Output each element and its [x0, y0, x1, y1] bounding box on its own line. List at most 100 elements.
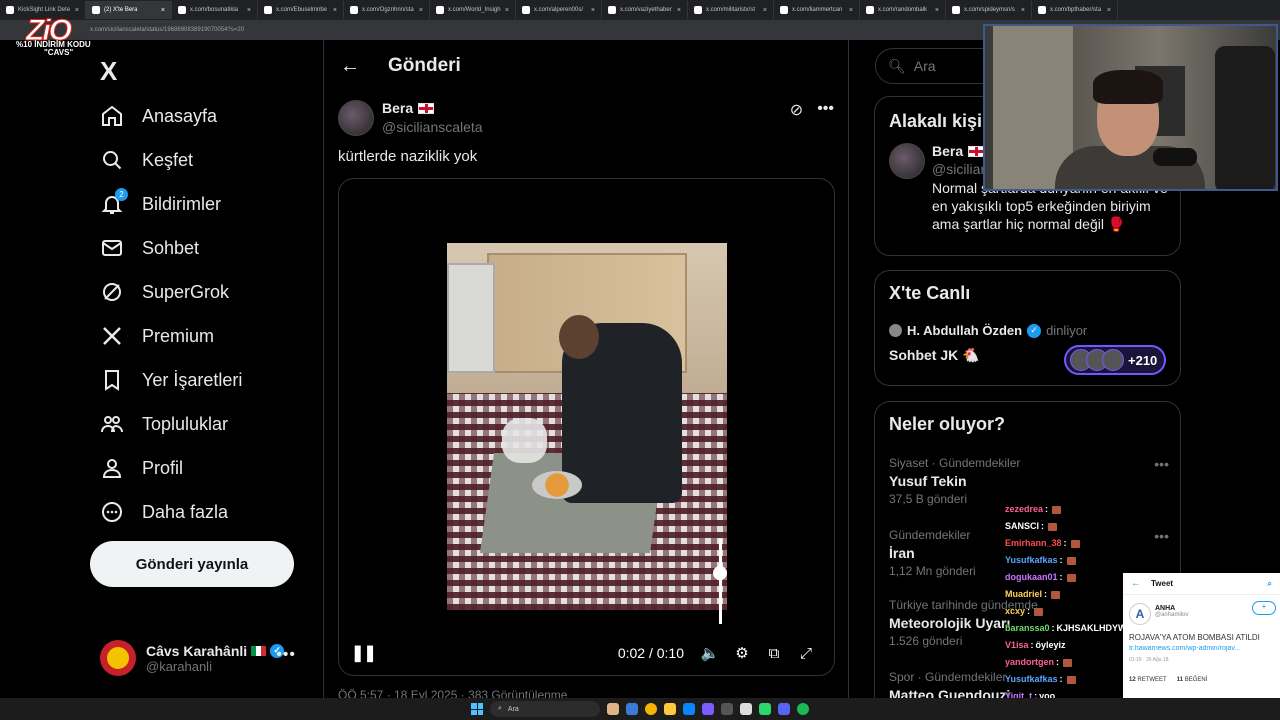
- trend-category: Siyaset · Gündemdekiler: [889, 456, 1021, 470]
- close-icon[interactable]: ×: [161, 7, 165, 14]
- profile-icon: [100, 456, 124, 480]
- settings-gear-icon[interactable]: ⚙: [726, 637, 758, 669]
- grok-icon: [100, 280, 124, 304]
- post-text: kürtlerde naziklik yok: [338, 148, 478, 165]
- chat-username: Muadriel: [1005, 589, 1043, 599]
- browser-tab[interactable]: x.com/Ogznhnn/sta ×: [344, 1, 430, 19]
- author-name[interactable]: Bera: [382, 100, 413, 116]
- related-name[interactable]: Bera: [932, 143, 963, 159]
- more-icon[interactable]: •••: [1154, 456, 1169, 472]
- nav-item-2[interactable]: 2 Bildirimler: [100, 184, 221, 224]
- picture-in-picture-icon[interactable]: ⧉: [758, 637, 790, 669]
- back-arrow-icon[interactable]: ←: [1131, 578, 1141, 589]
- live-host: H. Abdullah Özden ✓ dinliyor: [889, 323, 1087, 338]
- england-flag-icon: [968, 145, 985, 157]
- taskbar-search[interactable]: ⌕ Ara: [490, 701, 600, 717]
- grok-icon[interactable]: ⊘: [790, 100, 803, 120]
- spotify-icon[interactable]: [797, 703, 809, 715]
- more-icon[interactable]: •••: [1154, 528, 1169, 544]
- favicon-icon: [6, 6, 14, 14]
- close-icon[interactable]: ×: [75, 7, 79, 14]
- nav-item-3[interactable]: Sohbet: [100, 228, 199, 268]
- nav-item-label: Keşfet: [142, 149, 194, 170]
- chat-message: Yusufkafkas:: [1005, 671, 1125, 688]
- app-icon[interactable]: [702, 703, 714, 715]
- close-icon[interactable]: ×: [1021, 7, 1025, 14]
- search-icon[interactable]: ⌕: [1268, 579, 1272, 589]
- close-icon[interactable]: ×: [677, 7, 681, 14]
- browser-tab[interactable]: x.com/bosunatikla ×: [172, 1, 258, 19]
- app-icon[interactable]: [626, 703, 638, 715]
- account-handle: @karahanli: [146, 658, 212, 674]
- close-icon[interactable]: ×: [763, 7, 767, 14]
- url-text: x.com/sicilianscaleta/status/19686908389…: [90, 27, 244, 33]
- follow-icon[interactable]: +: [1252, 601, 1276, 615]
- search-icon: ⌕: [498, 705, 502, 712]
- live-card[interactable]: X'te Canlı H. Abdullah Özden ✓ dinliyor …: [874, 270, 1181, 386]
- browser-tab[interactable]: x.com/bpthaber/sta ×: [1032, 1, 1118, 19]
- video-frame[interactable]: [447, 243, 727, 610]
- windows-start-icon[interactable]: [471, 703, 483, 715]
- video-player[interactable]: ❚❚ 0:02 / 0:10 🔈 ⚙ ⧉ ⤢: [338, 178, 835, 676]
- app-icon[interactable]: [740, 703, 752, 715]
- app-icon[interactable]: [721, 703, 733, 715]
- volume-slider-handle[interactable]: [713, 566, 727, 580]
- fullscreen-icon[interactable]: ⤢: [790, 637, 822, 669]
- browser-tab[interactable]: x.com/vaziyethaber ×: [602, 1, 688, 19]
- browser-tab[interactable]: x.com/militaristx/st ×: [688, 1, 774, 19]
- app-icon[interactable]: [683, 703, 695, 715]
- taskbar-search-label: Ara: [507, 705, 519, 713]
- close-icon[interactable]: ×: [935, 7, 939, 14]
- nav-item-7[interactable]: Topluluklar: [100, 404, 228, 444]
- nav-item-4[interactable]: SuperGrok: [100, 272, 229, 312]
- close-icon[interactable]: ×: [247, 7, 251, 14]
- close-icon[interactable]: ×: [419, 7, 423, 14]
- chat-username: V1isa: [1005, 640, 1029, 650]
- volume-icon[interactable]: 🔈: [694, 637, 726, 669]
- trend-item[interactable]: Siyaset · Gündemdekiler Yusuf Tekin 37,5 B…: [889, 456, 1169, 506]
- close-icon[interactable]: ×: [333, 7, 337, 14]
- nav-item-6[interactable]: Yer İşaretleri: [100, 360, 242, 400]
- author-avatar[interactable]: [338, 100, 374, 136]
- nav-item-0[interactable]: Anasayfa: [100, 96, 217, 136]
- close-icon[interactable]: ×: [849, 7, 853, 14]
- post-button[interactable]: Gönderi yayınla: [90, 541, 294, 587]
- more-icon[interactable]: •••: [276, 646, 296, 664]
- browser-tab[interactable]: x.com/liammertcan ×: [774, 1, 860, 19]
- browser-tab[interactable]: (2) X'te Bera ×: [86, 1, 172, 19]
- x-logo[interactable]: X: [100, 56, 117, 87]
- browser-tab[interactable]: x.com/World_Insigh ×: [430, 1, 516, 19]
- account-switcher[interactable]: Câvs Karahânli ✓ @karahanli •••: [100, 638, 310, 678]
- back-arrow-icon[interactable]: ←: [330, 46, 370, 86]
- discord-icon[interactable]: [778, 703, 790, 715]
- browser-tab[interactable]: x.com/alperen00s/ ×: [516, 1, 602, 19]
- widget-handle: @anhamilov: [1155, 612, 1189, 618]
- post-author[interactable]: Bera @sicilianscaleta: [338, 100, 483, 136]
- browser-tab[interactable]: x.com/randombalk ×: [860, 1, 946, 19]
- volume-slider[interactable]: [719, 539, 722, 624]
- chrome-icon[interactable]: [645, 703, 657, 715]
- browser-tab-label: x.com/militaristx/st: [706, 7, 756, 13]
- close-icon[interactable]: ×: [505, 7, 509, 14]
- browser-tab[interactable]: x.com/Ebuselmnbe ×: [258, 1, 344, 19]
- more-icon[interactable]: •••: [817, 100, 834, 120]
- app-icon[interactable]: [759, 703, 771, 715]
- related-avatar[interactable]: [889, 143, 925, 179]
- browser-tab[interactable]: x.com/spideymsn/s ×: [946, 1, 1032, 19]
- search-icon: 🔍︎: [888, 57, 906, 74]
- more-circle-icon: [100, 500, 124, 524]
- chat-username: SANSCI: [1005, 521, 1040, 531]
- folder-icon[interactable]: [664, 703, 676, 715]
- app-icon[interactable]: [607, 703, 619, 715]
- nav-item-8[interactable]: Profil: [100, 448, 183, 488]
- widget-link[interactable]: tr.hawarnews.com/wp-admin/rojav...: [1129, 645, 1279, 652]
- author-handle[interactable]: @sicilianscaleta: [382, 119, 483, 135]
- close-icon[interactable]: ×: [591, 7, 595, 14]
- nav-item-1[interactable]: Keşfet: [100, 140, 193, 180]
- nav-item-5[interactable]: Premium: [100, 316, 214, 356]
- close-icon[interactable]: ×: [1107, 7, 1111, 14]
- listeners-pill[interactable]: +210: [1064, 345, 1166, 375]
- pause-icon[interactable]: ❚❚: [351, 643, 377, 663]
- video-controls: ❚❚ 0:02 / 0:10 🔈 ⚙ ⧉ ⤢: [339, 631, 834, 675]
- nav-item-9[interactable]: Daha fazla: [100, 492, 228, 532]
